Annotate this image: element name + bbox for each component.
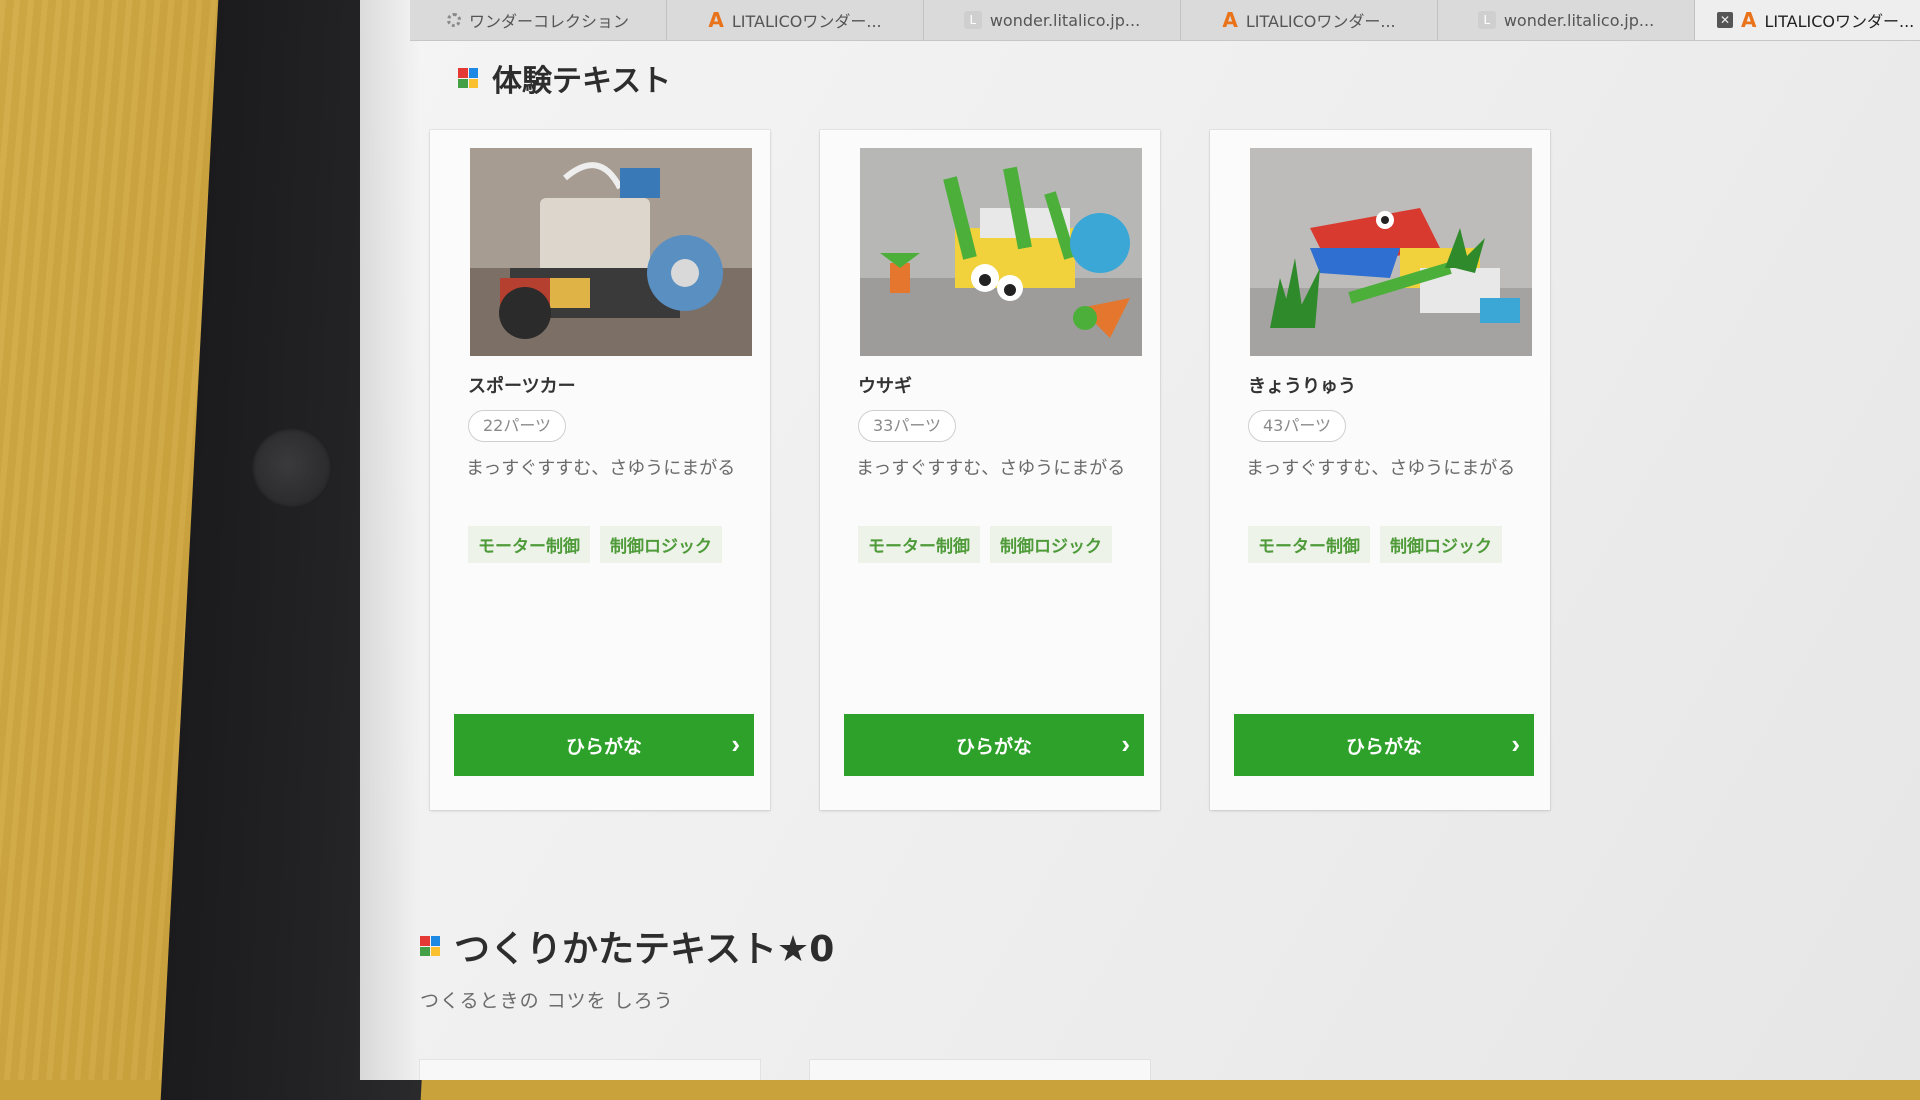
tab-litalico-1[interactable]: A LITALICOワンダー... xyxy=(667,0,924,40)
section-title-text: 体験テキスト xyxy=(492,64,672,99)
chevron-right-icon: › xyxy=(1121,729,1130,759)
section-subtitle: つくるときの コツを しろう xyxy=(420,990,674,1012)
tab-wonder-url-2[interactable]: L wonder.litalico.jp... xyxy=(1438,0,1695,40)
hiragana-button[interactable]: ひらがな › xyxy=(1234,714,1534,776)
tag-list: モーター制御 制御ロジック xyxy=(468,526,722,563)
card-description: まっすぐすすむ、さゆうにまがる xyxy=(1246,458,1516,479)
button-label: ひらがな xyxy=(955,736,1032,758)
tag: モーター制御 xyxy=(858,526,980,563)
tab-bar: ワンダーコレクション A LITALICOワンダー... L wonder.li… xyxy=(410,0,1920,41)
button-label: ひらがな xyxy=(1345,736,1422,758)
close-icon[interactable]: ✕ xyxy=(1717,12,1733,28)
tab-litalico-2[interactable]: A LITALICOワンダー... xyxy=(1181,0,1438,40)
next-card[interactable] xyxy=(810,1060,1150,1080)
tag: モーター制御 xyxy=(468,526,590,563)
hiragana-button[interactable]: ひらがな › xyxy=(454,714,754,776)
parts-count-badge: 33パーツ xyxy=(858,410,957,442)
text-card-dinosaur: きょうりゅう 43パーツ まっすぐすすむ、さゆうにまがる モーター制御 制御ロジ… xyxy=(1210,130,1550,810)
litalico-a-icon: A xyxy=(1741,8,1757,32)
tag: 制御ロジック xyxy=(600,526,722,563)
card-description: まっすぐすすむ、さゆうにまがる xyxy=(466,458,736,479)
parts-count-badge: 43パーツ xyxy=(1248,410,1347,442)
tab-label: LITALICOワンダー... xyxy=(1764,12,1915,31)
card-title: きょうりゅう xyxy=(1248,376,1356,397)
litalico-a-icon: A xyxy=(708,8,724,32)
litalico-a-icon: A xyxy=(1222,8,1238,32)
tag-list: モーター制御 制御ロジック xyxy=(1248,526,1502,563)
tab-litalico-active[interactable]: ✕ A LITALICOワンダー... xyxy=(1695,0,1920,40)
tab-wonder-url-1[interactable]: L wonder.litalico.jp... xyxy=(924,0,1181,40)
litalico-logo-icon xyxy=(420,936,440,956)
tag: 制御ロジック xyxy=(1380,526,1502,563)
page-l-icon: L xyxy=(963,11,982,29)
tag: 制御ロジック xyxy=(990,526,1112,563)
text-card-rabbit: ウサギ 33パーツ まっすぐすすむ、さゆうにまがる モーター制御 制御ロジック … xyxy=(820,130,1160,810)
chevron-right-icon: › xyxy=(731,729,740,759)
rabbit-image[interactable] xyxy=(860,148,1142,356)
card-title: スポーツカー xyxy=(468,376,576,397)
next-card[interactable] xyxy=(420,1060,760,1080)
tag: モーター制御 xyxy=(1248,526,1370,563)
page-l-icon: L xyxy=(1477,11,1496,29)
sports-car-image[interactable] xyxy=(470,148,752,356)
button-label: ひらがな xyxy=(565,736,642,758)
section-title-howto: つくりかたテキスト★0 xyxy=(420,920,834,972)
card-title: ウサギ xyxy=(858,376,912,397)
tag-list: モーター制御 制御ロジック xyxy=(858,526,1112,563)
text-card-sports-car: スポーツカー 22パーツ まっすぐすすむ、さゆうにまがる モーター制御 制御ロジ… xyxy=(430,130,770,810)
parts-count-badge: 22パーツ xyxy=(468,410,567,442)
tab-label: ワンダーコレクション xyxy=(468,12,629,31)
dinosaur-image[interactable] xyxy=(1250,148,1532,356)
browser-screen: ワンダーコレクション A LITALICOワンダー... L wonder.li… xyxy=(360,0,1920,1080)
card-description: まっすぐすすむ、さゆうにまがる xyxy=(856,458,1126,479)
section-title-text: つくりかたテキスト★0 xyxy=(454,929,835,970)
tab-label: LITALICOワンダー... xyxy=(731,12,882,31)
tab-label: wonder.litalico.jp... xyxy=(989,10,1141,30)
litalico-logo-icon xyxy=(458,68,478,88)
tab-label: wonder.litalico.jp... xyxy=(1503,10,1655,30)
chevron-right-icon: › xyxy=(1511,729,1520,759)
loading-icon xyxy=(446,13,461,27)
tab-wonder-collection[interactable]: ワンダーコレクション xyxy=(410,0,667,40)
tab-label: LITALICOワンダー... xyxy=(1245,12,1396,31)
hiragana-button[interactable]: ひらがな › xyxy=(844,714,1144,776)
home-button[interactable] xyxy=(252,428,332,508)
section-title-trial: 体験テキスト xyxy=(458,56,671,100)
